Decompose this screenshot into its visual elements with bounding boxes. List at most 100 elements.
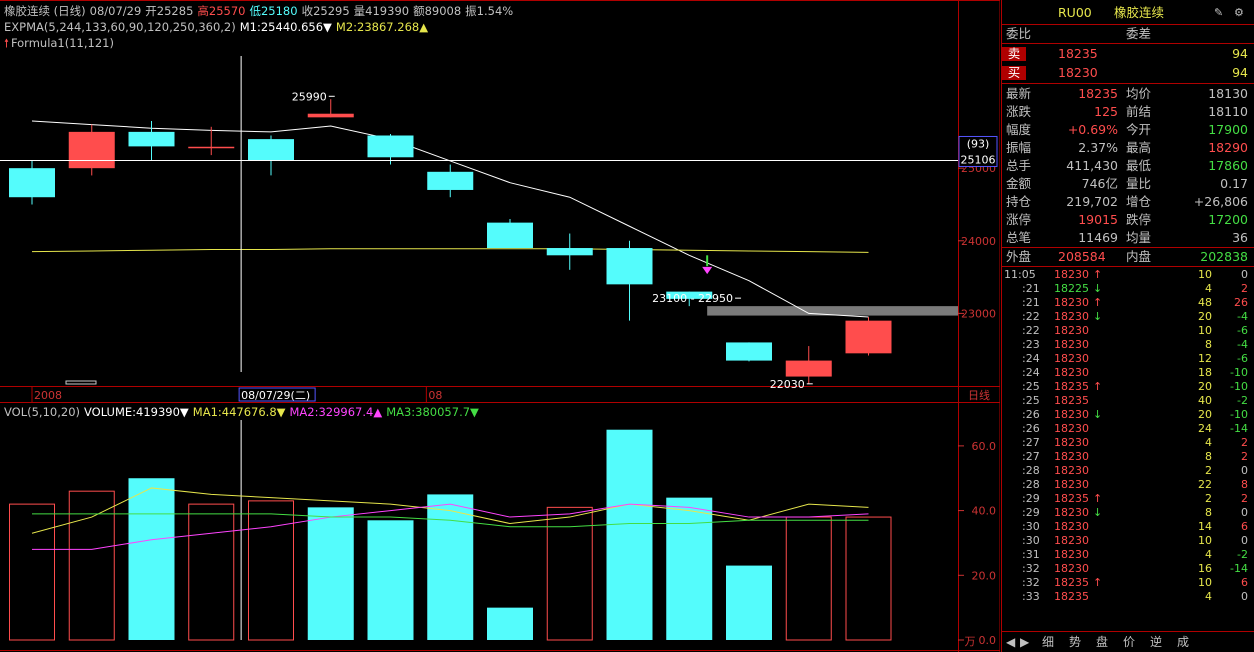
vol-y-tick-label: 20.0 [972, 569, 997, 582]
expma-info-line: EXPMA(5,244,133,60,90,120,250,360,2) M1:2… [4, 19, 432, 35]
quote-panel: RU00 橡胶连续 ✎ ⚙ 委比 委差 卖 18235 94 买 18230 9… [1001, 0, 1254, 652]
candle-body [248, 139, 294, 161]
stat-label: 最低 [1126, 158, 1152, 173]
tick-delta: 2 [1241, 282, 1248, 295]
vol-info-0: VOL(5,10,20) [4, 405, 80, 419]
expma-info-1: M1:25440.656▼ [239, 20, 332, 34]
stat-row: 振幅 2.37% 最高 18290 [1002, 139, 1254, 157]
tick-delta: 0 [1241, 464, 1248, 477]
tick-price: 18235 [1054, 380, 1089, 393]
stat-label: 持仓 [1006, 194, 1032, 209]
tick-delta: -4 [1237, 338, 1248, 351]
inner-value: 202838 [1200, 249, 1248, 264]
candle-body [367, 135, 414, 158]
weibi-label: 委比 [1006, 26, 1032, 41]
tick-volume: 16 [1198, 562, 1212, 575]
price-annotation: 25990 [292, 90, 327, 103]
kline-info-0: 橡胶连续 (日线) [4, 4, 86, 18]
tab-2[interactable]: 盘 [1096, 632, 1108, 652]
tick-time: :27 [1022, 436, 1040, 449]
settings-icon[interactable]: ⚙ [1234, 4, 1244, 22]
tick-volume: 2 [1205, 492, 1212, 505]
tick-volume: 24 [1198, 422, 1212, 435]
vol-bar [845, 516, 892, 641]
tab-4[interactable]: 逆 [1150, 632, 1162, 652]
tick-arrow-icon: ↓ [1093, 506, 1103, 519]
tab-1[interactable]: 势 [1069, 632, 1081, 652]
tab-0[interactable]: 细 [1042, 632, 1054, 652]
tick-row: :25 18235 ↑ 20 -10 [1002, 380, 1254, 394]
tab-3[interactable]: 价 [1123, 632, 1135, 652]
kline-info-5: 收25295 [301, 4, 350, 18]
stat-label: 量比 [1126, 176, 1152, 191]
formula-info-line: 🠕 Formula1(11,121) [4, 35, 118, 51]
panel-tabs: ◀ ▶ 细势盘价逆成 [1002, 631, 1254, 652]
vol-bar [307, 507, 354, 640]
signal-arrow-icon [702, 266, 713, 275]
stat-label: 振幅 [1006, 140, 1032, 155]
vol-unit-label: 万 [965, 635, 976, 648]
stat-value: 11469 [1078, 230, 1118, 245]
tick-price: 18235 [1054, 576, 1089, 589]
stat-row: 最新 18235 均价 18130 [1002, 85, 1254, 103]
candle-body [726, 342, 772, 361]
stat-label: 增仓 [1126, 194, 1152, 209]
tick-price: 18230 [1054, 548, 1089, 561]
tick-volume: 10 [1198, 576, 1212, 589]
sell-volume: 94 [1232, 46, 1248, 61]
tick-time: :25 [1022, 394, 1040, 407]
vol-info-1: VOLUME:419390▼ [84, 405, 189, 419]
tick-time: :33 [1022, 590, 1040, 603]
tick-row: :24 18230 18 -10 [1002, 366, 1254, 380]
vol-bar [188, 503, 235, 641]
tick-volume: 2 [1205, 464, 1212, 477]
stat-label: 总手 [1006, 158, 1032, 173]
tick-time: :24 [1022, 366, 1040, 379]
tick-delta: -4 [1237, 310, 1248, 323]
tick-volume: 4 [1205, 436, 1212, 449]
tick-volume: 48 [1198, 296, 1212, 309]
buy-label: 买 [1002, 66, 1026, 80]
tick-delta: 0 [1241, 268, 1248, 281]
volume-chart: 60.0 40.0 20.0 0.0万 [9, 429, 997, 648]
chart-area[interactable]: 250002400023000日线2008 08259902203023100 -… [0, 0, 1000, 652]
tools-icon[interactable]: ✎ [1214, 4, 1223, 22]
stat-row: 总笔 11469 均量 36 [1002, 229, 1254, 247]
vol-bar [9, 503, 55, 641]
stat-label: 最高 [1126, 140, 1152, 155]
tick-price: 18230 [1054, 534, 1089, 547]
tick-time: :25 [1022, 380, 1040, 393]
crosshair-price-value: 25106 [961, 153, 996, 166]
x-tick-label: 08 [428, 389, 442, 402]
stat-value: 19015 [1078, 212, 1118, 227]
tab-5[interactable]: 成 [1177, 632, 1189, 652]
tick-row: :31 18230 4 -2 [1002, 548, 1254, 562]
tick-delta: -6 [1237, 352, 1248, 365]
vol-bar [666, 497, 713, 640]
candle-body [9, 168, 55, 198]
tick-delta: 2 [1241, 492, 1248, 505]
tick-price: 18230 [1054, 324, 1089, 337]
tab-next-icon[interactable]: ▶ [1020, 632, 1029, 652]
stat-label: 总笔 [1006, 230, 1032, 245]
outer-inner-row: 外盘 208584 内盘 202838 [1002, 248, 1254, 266]
vol-bar [785, 516, 832, 641]
tick-delta: 6 [1241, 520, 1248, 533]
tick-price: 18230 [1054, 338, 1089, 351]
tick-volume: 40 [1198, 394, 1212, 407]
vol-bar [367, 520, 414, 640]
crosshair-price-top: (93) [967, 137, 990, 150]
tick-delta: 0 [1241, 590, 1248, 603]
tick-price: 18230 [1054, 520, 1089, 533]
stat-value: 17860 [1208, 158, 1248, 173]
tick-delta: -14 [1230, 562, 1248, 575]
tick-delta: -14 [1230, 422, 1248, 435]
tick-row: :29 18235 ↑ 2 2 [1002, 492, 1254, 506]
expma-info-0: EXPMA(5,244,133,60,90,120,250,360,2) [4, 20, 236, 34]
tab-prev-icon[interactable]: ◀ [1006, 632, 1015, 652]
tick-row: :21 18225 ↓ 4 2 [1002, 282, 1254, 296]
weicha-label: 委差 [1126, 26, 1152, 41]
tick-volume: 4 [1205, 590, 1212, 603]
tick-volume: 22 [1198, 478, 1212, 491]
price-zone [707, 306, 958, 316]
